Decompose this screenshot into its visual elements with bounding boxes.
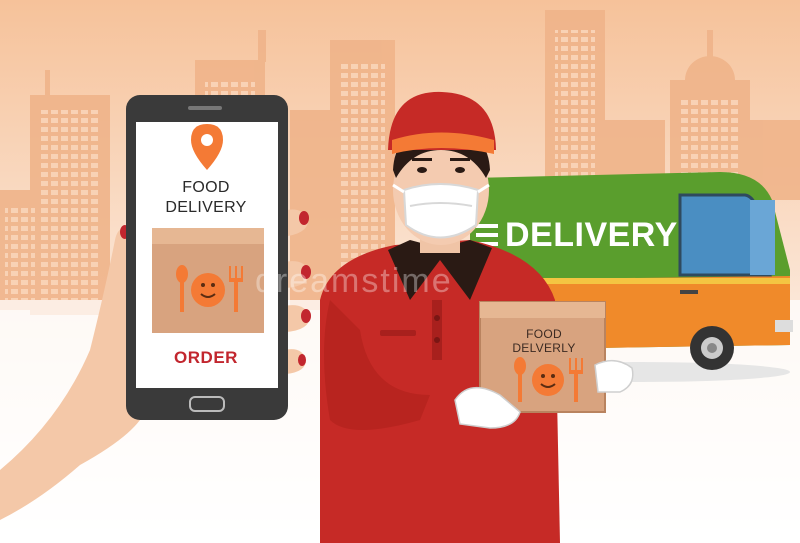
phone-title-line2: DELIVERY [165, 199, 247, 216]
app-food-box [152, 228, 264, 333]
order-button[interactable]: ORDER [142, 348, 270, 368]
box-label: FOOD DELVERLY [488, 327, 600, 355]
box-label-line1: FOOD [526, 327, 562, 341]
smiley-plate-icon [191, 273, 225, 307]
box-smiley-plate-icon [532, 364, 564, 396]
phone-title-line1: FOOD [182, 179, 230, 196]
phone-app-title: FOOD DELIVERY [142, 178, 270, 218]
van-delivery-label: DELIVERY [505, 216, 678, 254]
box-label-line2: DELVERLY [512, 341, 576, 355]
smartphone [126, 95, 288, 420]
watermark: dreamstime [255, 262, 453, 300]
